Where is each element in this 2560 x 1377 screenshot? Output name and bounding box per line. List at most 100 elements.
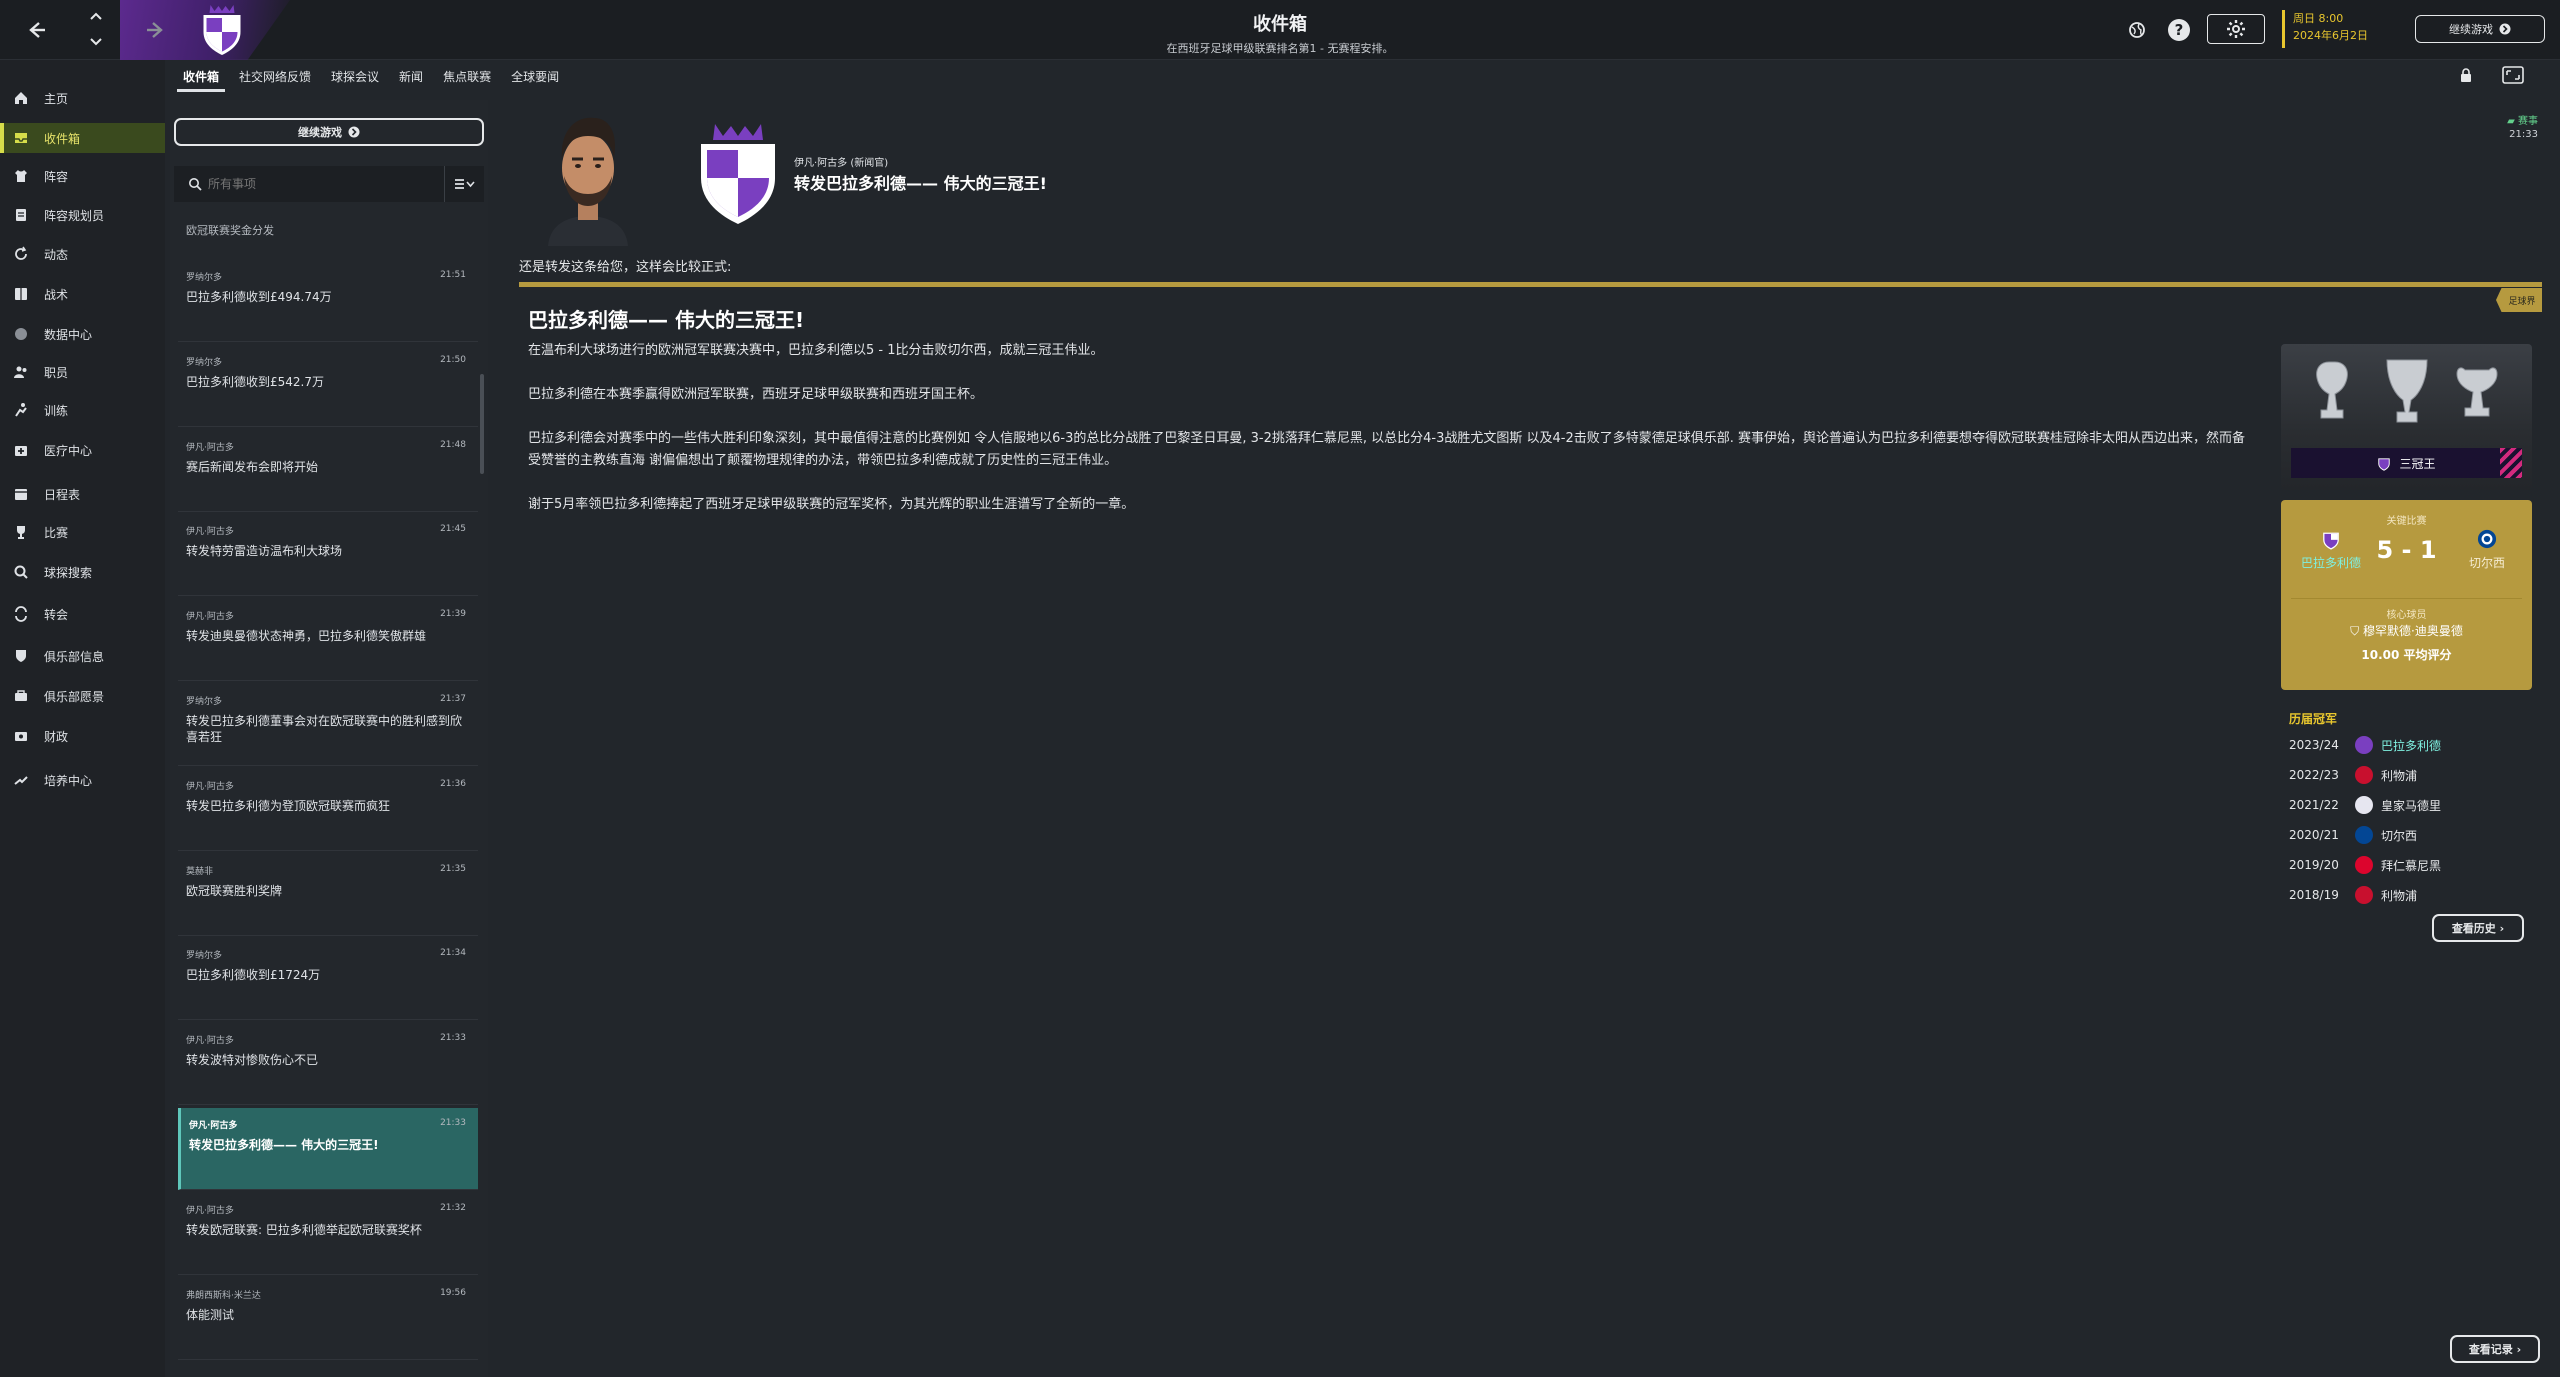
history-row[interactable]: 2020/21 切尔西 [2289,825,2529,845]
sidebar-item-label: 阵容规划员 [44,208,105,223]
sidebar-item-inbox[interactable]: 收件箱 [0,123,165,153]
list-item[interactable]: 伊凡·阿古多 21:48 赛后新闻发布会即将开始 [178,430,478,512]
history-season: 2022/23 [2289,768,2339,782]
list-item[interactable]: 莫赫非 21:35 欧冠联赛胜利奖牌 [178,854,478,936]
list-item[interactable]: 伊凡·阿古多 21:45 转发特劳雷造访温布利大球场 [178,514,478,597]
team-crest-icon [2355,856,2373,874]
sidebar-item-staff[interactable]: 职员 [0,357,165,387]
list-item-time: 21:48 [440,439,466,450]
away-team[interactable]: 切尔西 [2452,528,2522,571]
sidebar-item-finance[interactable]: 财政 [0,721,165,751]
sidebar-item-label: 医疗中心 [44,443,93,458]
competition-badge: ▰ 赛事 21:33 [2507,112,2538,140]
view-history-button[interactable]: 查看历史 › [2432,914,2524,942]
list-item-time: 21:50 [440,354,466,365]
sidebar-item-data[interactable]: 数据中心 [0,319,165,349]
tab-2[interactable]: 球探会议 [321,60,389,92]
tab-0[interactable]: 收件箱 [173,60,229,92]
team-crest-icon [2355,796,2373,814]
sidebar-item-shield[interactable]: 俱乐部信息 [0,641,165,671]
sidebar-item-label: 日程表 [44,487,81,502]
search-input[interactable] [202,177,444,191]
message-actions [2460,66,2524,84]
history-season: 2023/24 [2289,738,2339,752]
sidebar-item-search[interactable]: 球探搜索 [0,557,165,587]
list-item-time: 21:32 [440,1202,466,1213]
message-sender[interactable]: 伊凡·阿古多 (新闻官) [794,154,888,169]
list-item-subject: 转发特劳雷造访温布利大球场 [186,544,343,559]
tab-3[interactable]: 新闻 [389,60,433,92]
history-season: 2021/22 [2289,798,2339,812]
list-item[interactable]: 弗朗西斯科·米兰达 19:56 体能测试 [178,1278,478,1360]
filter-dropdown-button[interactable] [444,166,484,202]
globe-icon[interactable] [2124,17,2150,43]
list-scrollbar[interactable] [480,374,484,474]
list-item[interactable]: 伊凡·阿古多 21:32 转发欧冠联赛: 巴拉多利德举起欧冠联赛奖杯 [178,1193,478,1275]
list-item-subject: 体能测试 [186,1307,235,1322]
shirt-icon [12,167,30,185]
list-item[interactable]: 罗纳尔多 21:50 巴拉多利德收到£542.7万 [178,345,478,427]
history-row[interactable]: 2023/24 巴拉多利德 [2289,735,2529,755]
key-match-card[interactable]: 关键比赛 巴拉多利德 5 - 1 切尔西 核心球员 ⛉ 穆罕默德·迪奥曼德 10… [2281,500,2532,690]
continue-game-button[interactable]: 继续游戏 [2415,15,2545,43]
message-list[interactable]: 欧冠联赛奖金分发 罗纳尔多 21:51 巴拉多利德收到£494.74万 罗纳尔多 21:… [174,220,488,1377]
sidebar-item-vision[interactable]: 俱乐部愿景 [0,681,165,711]
list-item-subject: 巴拉多利德收到£494.74万 [186,290,332,304]
sidebar-item-calendar[interactable]: 日程表 [0,479,165,509]
badge-time: 21:33 [2509,129,2538,140]
key-player-name[interactable]: ⛉ 穆罕默德·迪奥曼德 [2281,622,2532,639]
date-line-1: 周日 8:00 [2293,12,2344,25]
sidebar-item-label: 职员 [44,365,69,380]
article-paragraph: 巴拉多利德在本赛季赢得欧洲冠军联赛，西班牙足球甲级联赛和西班牙国王杯。 [528,387,984,402]
trophy-card: 三冠王 [2281,344,2532,490]
list-item-sender: 罗纳尔多 [186,357,223,368]
game-date: 周日 8:00 2024年6月2日 [2282,10,2368,48]
badge-label: 赛事 [2518,116,2538,127]
article-body: 在温布利大球场进行的欧洲冠军联赛决赛中，巴拉多利德以5 - 1比分击败切尔西，成… [528,340,2248,538]
history-row[interactable]: 2022/23 利物浦 [2289,765,2529,785]
treble-banner: 三冠王 [2291,448,2522,478]
search-icon [12,563,30,581]
list-item-time: 19:56 [440,1287,466,1298]
list-item[interactable]: 伊凡·阿古多 21:33 转发巴拉多利德—— 伟大的三冠王! [178,1108,478,1190]
sidebar-item-home[interactable]: 主页 [0,83,165,113]
sidebar-item-trophy[interactable]: 比赛 [0,517,165,547]
intro-line: 还是转发这条给您，这样会比较正式: [519,260,732,275]
list-continue-button[interactable]: 继续游戏 [174,118,484,146]
list-item[interactable]: 伊凡·阿古多 21:39 转发迪奥曼德状态神勇，巴拉多利德笑傲群雄 [178,599,478,682]
sidebar-item-refresh[interactable]: 动态 [0,239,165,269]
list-item[interactable]: 罗纳尔多 21:34 巴拉多利德收到£1724万 [178,938,478,1021]
tab-5[interactable]: 全球要闻 [501,60,569,92]
sidebar-item-development[interactable]: 培养中心 [0,765,165,795]
history-team: 拜仁慕尼黑 [2381,858,2442,873]
settings-button[interactable] [2207,14,2265,44]
sidebar-item-training[interactable]: 训练 [0,395,165,425]
tab-4[interactable]: 焦点联赛 [433,60,501,92]
sidebar-item-shirt[interactable]: 阵容 [0,161,165,191]
list-item-subject: 欧冠联赛胜利奖牌 [186,883,283,898]
list-item[interactable]: 罗纳尔多 21:37 转发巴拉多利德董事会对在欧冠联赛中的胜利感到欣喜若狂 [178,684,478,766]
sidebar-item-clipboard[interactable]: 阵容规划员 [0,200,165,230]
lock-icon[interactable] [2460,68,2472,82]
search-bar [174,166,484,202]
score-divider [2291,598,2522,599]
history-row[interactable]: 2018/19 利物浦 [2289,885,2529,905]
list-item[interactable]: 伊凡·阿古多 21:36 转发巴拉多利德为登顶欧冠联赛而疯狂 [178,769,478,851]
team-crest-icon [2355,886,2373,904]
list-item-partial[interactable]: 欧冠联赛奖金分发 [186,222,274,238]
history-row[interactable]: 2019/20 拜仁慕尼黑 [2289,855,2529,875]
sidebar-item-transfer[interactable]: 转会 [0,599,165,629]
list-item[interactable]: 伊凡·阿古多 21:33 转发波特对惨败伤心不已 [178,1023,478,1106]
list-item[interactable]: 罗纳尔多 21:51 巴拉多利德收到£494.74万 [178,260,478,342]
expand-icon[interactable] [2502,66,2524,84]
history-row[interactable]: 2021/22 皇家马德里 [2289,795,2529,815]
treble-label: 三冠王 [2399,456,2436,471]
tab-1[interactable]: 社交网络反馈 [229,60,321,92]
key-player-name-text: 穆罕默德·迪奥曼德 [2363,624,2463,638]
refresh-icon [12,245,30,263]
sidebar-item-tactics[interactable]: 战术 [0,279,165,309]
view-records-button[interactable]: 查看记录 › [2450,1335,2540,1363]
help-icon[interactable]: ? [2168,19,2190,41]
sidebar-item-medical[interactable]: 医疗中心 [0,435,165,465]
player-icon: ⛉ [2350,624,2363,638]
